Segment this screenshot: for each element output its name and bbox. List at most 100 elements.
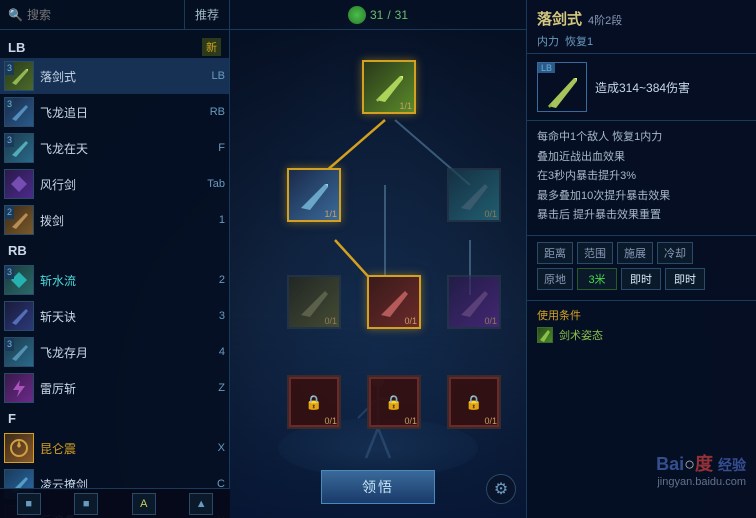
category-f-header: F bbox=[0, 406, 229, 430]
node-icon-7[interactable]: 🔒 0/1 bbox=[287, 375, 341, 429]
node-counter-7: 0/1 bbox=[324, 416, 337, 426]
desc-line-3: 在3秒内暴击提升3% bbox=[537, 168, 746, 186]
skill-item-zhan[interactable]: 斩天诀 3 bbox=[0, 298, 229, 334]
skill-stage: 4阶2段 bbox=[588, 12, 622, 28]
tree-node-4[interactable]: 0/1 bbox=[285, 275, 343, 333]
tree-node-5[interactable]: 0/1 bbox=[365, 275, 423, 333]
toolbar-btn-2[interactable]: ■ bbox=[74, 493, 98, 515]
collect-button[interactable]: 领悟 bbox=[321, 470, 435, 504]
node-icon-5[interactable]: 0/1 bbox=[367, 275, 421, 329]
skill-item-feng[interactable]: 风行剑 Tab bbox=[0, 166, 229, 202]
skill-level-fei-zhui: 3 bbox=[5, 98, 14, 111]
category-f-label: F bbox=[8, 411, 16, 426]
tree-node-6[interactable]: 0/1 bbox=[445, 275, 503, 333]
tree-node-2[interactable]: 1/1 bbox=[285, 168, 343, 226]
skill-name-xin: 斩水流 bbox=[40, 272, 196, 289]
category-rb-label: RB bbox=[8, 243, 27, 258]
skill-item-fei3[interactable]: 3 飞龙存月 4 bbox=[0, 334, 229, 370]
skill-icon-zhan bbox=[4, 301, 34, 331]
desc-line-5: 暴击后 提升暴击效果重置 bbox=[537, 207, 746, 225]
skill-name-zhan: 斩天诀 bbox=[40, 308, 196, 325]
skill-item-kun[interactable]: 昆仑震 X bbox=[0, 430, 229, 466]
search-box[interactable]: 🔍 bbox=[0, 0, 185, 29]
skill-tag-1: 内力 bbox=[537, 33, 559, 49]
stat-label-location: 原地 bbox=[537, 268, 573, 290]
skill-icon-fei-zhui: 3 bbox=[4, 97, 34, 127]
req-item-1: 剑术姿态 bbox=[537, 327, 746, 343]
settings-button[interactable]: ⚙ bbox=[486, 474, 516, 504]
req-icon-1 bbox=[537, 327, 553, 343]
stat-label-cooldown: 冷却 bbox=[657, 242, 693, 264]
skill-item-luo-jian[interactable]: 3 落剑式 LB bbox=[0, 58, 229, 94]
watermark-jingyan: 经验 bbox=[718, 457, 746, 473]
skill-name-fei-tian: 飞龙在天 bbox=[40, 140, 196, 157]
toolbar-btn-1[interactable]: ■ bbox=[17, 493, 41, 515]
recommend-button[interactable]: 推荐 bbox=[185, 0, 229, 29]
skill-name-main: 落剑式 bbox=[537, 8, 582, 29]
main-container: 🔍 推荐 LB 新 3 落剑式 LB bbox=[0, 0, 756, 518]
sidebar: 🔍 推荐 LB 新 3 落剑式 LB bbox=[0, 0, 230, 518]
watermark-url: jingyan.baidu.com bbox=[656, 476, 746, 488]
desc-line-4: 最多叠加10次提升暴击效果 bbox=[537, 188, 746, 206]
skill-preview-img bbox=[542, 72, 582, 112]
node-icon-1[interactable]: 1/1 bbox=[362, 60, 416, 114]
node-icon-2[interactable]: 1/1 bbox=[287, 168, 341, 222]
skill-name-lei: 雷厉斩 bbox=[40, 380, 196, 397]
lock-icon-8: 🔒 bbox=[385, 394, 402, 411]
tree-node-3[interactable]: 0/1 bbox=[445, 168, 503, 226]
skill-item-xin[interactable]: 3 斩水流 2 bbox=[0, 262, 229, 298]
stats-row-1: 距离 范围 施展 冷却 bbox=[537, 242, 746, 264]
skill-name-fei-zhui: 飞龙追日 bbox=[40, 104, 196, 121]
node-icon-9[interactable]: 🔒 0/1 bbox=[447, 375, 501, 429]
stat-value-range: 3米 bbox=[577, 268, 617, 290]
skill-detail-header: 落剑式 4阶2段 内力 恢复1 bbox=[527, 0, 756, 54]
tree-content: 1/1 1/1 bbox=[230, 30, 526, 518]
node-icon-6[interactable]: 0/1 bbox=[447, 275, 501, 329]
skill-icon-bo: 2 bbox=[4, 205, 34, 235]
skill-icon-luo: 3 bbox=[4, 61, 34, 91]
skill-stats: 距离 范围 施展 冷却 原地 3米 即时 即时 bbox=[527, 236, 756, 301]
toolbar-btn-a[interactable]: A bbox=[132, 493, 156, 515]
skill-icon-feng bbox=[4, 169, 34, 199]
toolbar-btn-up[interactable]: ▲ bbox=[189, 493, 213, 515]
preview-sword-svg bbox=[542, 72, 582, 112]
skill-level-fei-tian: 3 bbox=[5, 134, 14, 147]
skill-item-fei-zhui[interactable]: 3 飞龙追日 RB bbox=[0, 94, 229, 130]
watermark: Bai○度 经验 jingyan.baidu.com bbox=[656, 450, 746, 488]
desc-line-2: 叠加近战出血效果 bbox=[537, 149, 746, 167]
node-icon-8[interactable]: 🔒 0/1 bbox=[367, 375, 421, 429]
right-panel: 落剑式 4阶2段 内力 恢复1 LB 造成314~384伤害 bbox=[526, 0, 756, 518]
req-icon-svg bbox=[538, 328, 552, 342]
watermark-circle: ○ bbox=[684, 454, 695, 474]
skill-key-zhan: 3 bbox=[200, 310, 225, 322]
node-counter-1: 1/1 bbox=[399, 101, 412, 111]
tree-node-8[interactable]: 🔒 0/1 bbox=[365, 375, 423, 433]
tree-node-7[interactable]: 🔒 0/1 bbox=[285, 375, 343, 433]
lb-badge: LB bbox=[538, 63, 555, 73]
skill-level-fei3: 3 bbox=[5, 338, 14, 351]
skill-tags: 内力 恢复1 bbox=[537, 33, 746, 49]
search-icon: 🔍 bbox=[8, 8, 23, 22]
tree-node-9[interactable]: 🔒 0/1 bbox=[445, 375, 503, 433]
sidebar-toolbar: ■ ■ A ▲ bbox=[0, 488, 230, 518]
node-icon-4[interactable]: 0/1 bbox=[287, 275, 341, 329]
tree-node-1[interactable]: 1/1 bbox=[360, 60, 418, 118]
stat-label-range: 范围 bbox=[577, 242, 613, 264]
search-input[interactable] bbox=[27, 8, 176, 22]
skill-item-fei-tian[interactable]: 3 飞龙在天 F bbox=[0, 130, 229, 166]
node-counter-6: 0/1 bbox=[484, 316, 497, 326]
skill-img-kun bbox=[8, 437, 30, 459]
skill-detail-title: 落剑式 4阶2段 bbox=[537, 8, 746, 29]
skill-icon-kun bbox=[4, 433, 34, 463]
skill-item-lei[interactable]: 雷厉斩 Z bbox=[0, 370, 229, 406]
skill-preview-icon: LB bbox=[537, 62, 587, 112]
watermark-bai: Bai bbox=[656, 454, 684, 474]
node-counter-3: 0/1 bbox=[484, 209, 497, 219]
skill-img-zhan bbox=[8, 305, 30, 327]
node-counter-2: 1/1 bbox=[324, 209, 337, 219]
node-icon-3[interactable]: 0/1 bbox=[447, 168, 501, 222]
skill-key-lei: Z bbox=[200, 382, 225, 394]
skill-item-bo[interactable]: 2 拨剑 1 bbox=[0, 202, 229, 238]
category-lb-label: LB bbox=[8, 40, 25, 55]
skill-tag-2: 恢复1 bbox=[565, 33, 593, 49]
